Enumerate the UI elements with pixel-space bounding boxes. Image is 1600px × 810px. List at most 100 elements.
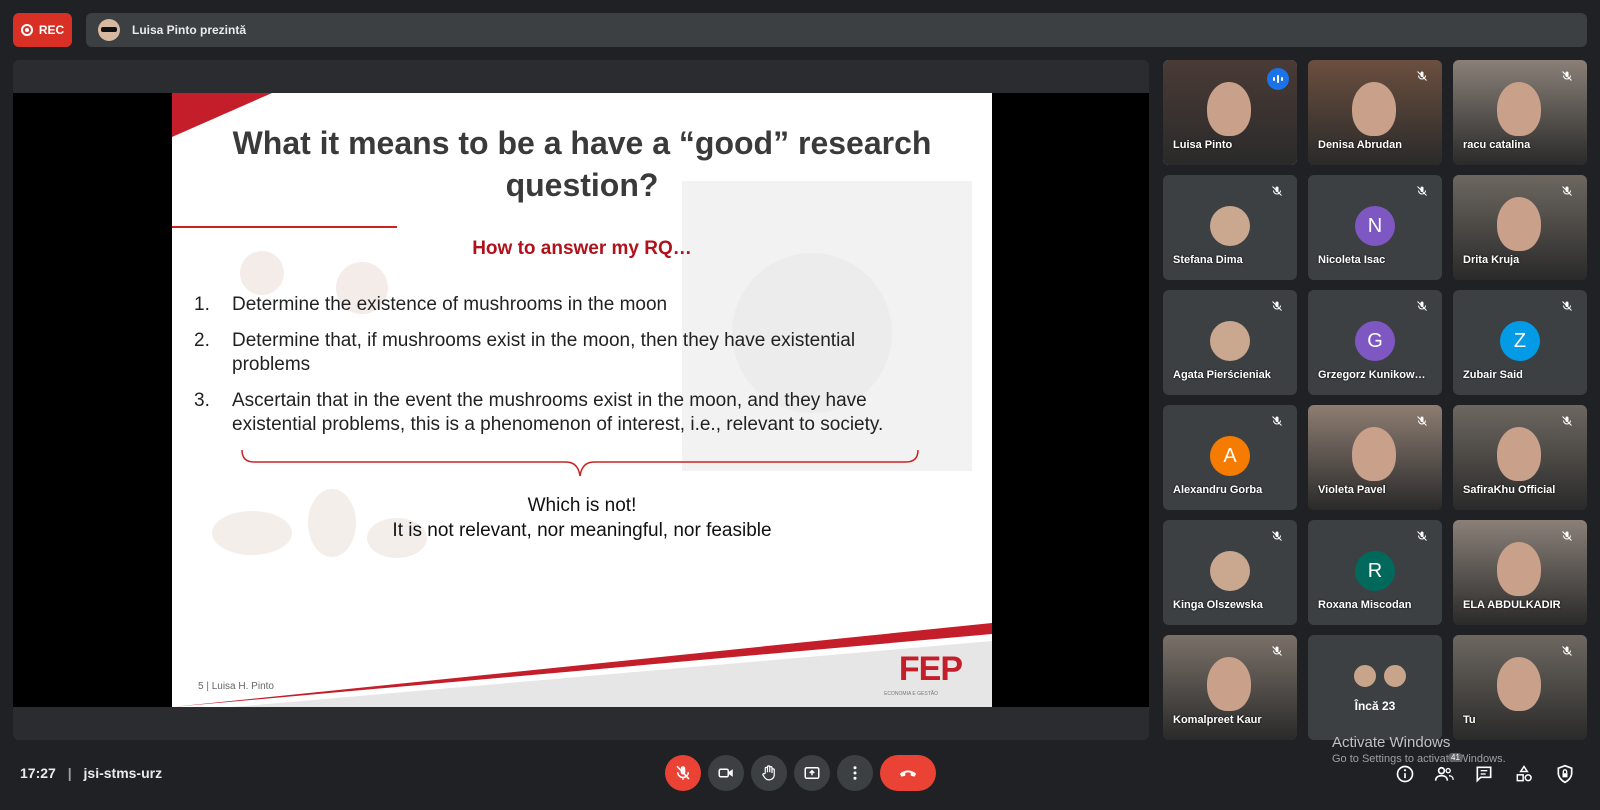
mic-toggle-button[interactable] <box>665 755 701 791</box>
chat-button[interactable] <box>1472 762 1496 786</box>
participant-face <box>1497 82 1541 136</box>
mic-off-icon <box>1562 531 1572 541</box>
raise-hand-button[interactable] <box>751 755 787 791</box>
participant-tile-agata-pier-cieniak[interactable]: Agata Pierścieniak <box>1163 290 1297 395</box>
participant-name: SafiraKhu Official <box>1463 484 1556 496</box>
participant-tile-safirakhu-official[interactable]: SafiraKhu Official <box>1453 405 1587 510</box>
list-item: 3. Ascertain that in the event the mushr… <box>194 390 884 435</box>
brace-icon <box>241 449 919 477</box>
separator: | <box>67 765 72 781</box>
windows-activation-title: Activate Windows <box>1332 734 1451 751</box>
mic-off-icon <box>676 765 690 780</box>
more-participants-label: Încă 23 <box>1354 699 1396 713</box>
people-button[interactable] <box>1432 762 1456 786</box>
participant-tile-komalpreet-kaur[interactable]: Komalpreet Kaur <box>1163 635 1297 740</box>
participant-name: racu catalina <box>1463 139 1531 151</box>
leave-call-button[interactable] <box>880 755 936 791</box>
mic-off-icon <box>1562 186 1572 196</box>
participant-face <box>1497 542 1541 596</box>
end-call-icon <box>899 770 917 777</box>
camera-icon <box>718 768 733 778</box>
recording-badge[interactable]: REC <box>13 13 72 47</box>
record-icon <box>20 24 33 36</box>
mic-off-icon <box>1417 186 1427 196</box>
participant-tile-alexandru-gorba[interactable]: A Alexandru Gorba <box>1163 405 1297 510</box>
presenting-bar[interactable]: Luisa Pinto prezintă <box>86 13 1587 47</box>
avatar <box>1382 663 1408 689</box>
participant-tile-kinga-olszewska[interactable]: Kinga Olszewska <box>1163 520 1297 625</box>
slide-title: What it means to be a have a “good” rese… <box>232 125 932 203</box>
participant-face <box>1352 82 1396 136</box>
participant-count-badge: 41 <box>1448 753 1463 762</box>
participant-tile-luisa-pinto[interactable]: Luisa Pinto <box>1163 60 1297 165</box>
mic-off-icon <box>1272 186 1282 196</box>
participant-tile-drita-kruja[interactable]: Drita Kruja <box>1453 175 1587 280</box>
participant-name: Violeta Pavel <box>1318 484 1386 496</box>
participant-face <box>1497 427 1541 481</box>
host-controls-button[interactable] <box>1553 762 1577 786</box>
activities-button[interactable] <box>1512 762 1536 786</box>
participant-name: ELA ABDULKADIR <box>1463 599 1561 611</box>
participant-tile-grzegorz-kunikow[interactable]: G Grzegorz Kunikow… <box>1308 290 1442 395</box>
participant-name: Denisa Abrudan <box>1318 139 1402 151</box>
shield-lock-icon <box>1557 764 1573 784</box>
fep-logo: FEP <box>898 650 963 688</box>
participant-tile-zubair-said[interactable]: Z Zubair Said <box>1453 290 1587 395</box>
participant-name: Roxana Miscodan <box>1318 599 1412 611</box>
mic-off-icon <box>1272 646 1282 656</box>
more-vert-icon <box>853 766 857 780</box>
mic-off-icon <box>1417 531 1427 541</box>
more-participants-tile[interactable]: Încă 23 <box>1308 635 1442 740</box>
avatar <box>1210 551 1250 591</box>
mic-off-icon <box>1562 301 1572 311</box>
avatar: R <box>1355 551 1395 591</box>
mic-off-icon <box>1562 416 1572 426</box>
participant-tile-tu[interactable]: Tu <box>1453 635 1587 740</box>
participant-tile-roxana-miscodan[interactable]: R Roxana Miscodan <box>1308 520 1442 625</box>
participant-tile-stefana-dima[interactable]: Stefana Dima <box>1163 175 1297 280</box>
fep-logo-subtitle: ECONOMIA E GESTÃO <box>884 691 938 697</box>
info-icon <box>1396 765 1414 783</box>
avatar <box>1210 206 1250 246</box>
participant-tile-ela-abdulkadir[interactable]: ELA ABDULKADIR <box>1453 520 1587 625</box>
participant-name: Stefana Dima <box>1173 254 1243 266</box>
participant-name: Drita Kruja <box>1463 254 1520 266</box>
participant-name: Nicoleta Isac <box>1318 254 1386 266</box>
participant-name: Zubair Said <box>1463 369 1523 381</box>
mic-off-icon <box>1272 416 1282 426</box>
avatar: A <box>1210 436 1250 476</box>
meeting-info: 17:27 | jsi-stms-urz <box>20 765 162 781</box>
more-options-button[interactable] <box>837 755 873 791</box>
present-screen-button[interactable] <box>794 755 830 791</box>
participant-tile-denisa-abrudan[interactable]: Denisa Abrudan <box>1308 60 1442 165</box>
participant-tile-nicoleta-isac[interactable]: N Nicoleta Isac <box>1308 175 1442 280</box>
presenter-text: Luisa Pinto prezintă <box>132 23 247 37</box>
participant-name: Tu <box>1463 714 1476 726</box>
rec-label: REC <box>38 23 65 37</box>
avatar: Z <box>1500 321 1540 361</box>
shared-slide: What it means to be a have a “good” rese… <box>172 93 992 707</box>
slide-conclusion: Which is not! It is not relevant, nor me… <box>392 495 772 541</box>
participant-face <box>1207 657 1251 711</box>
people-icon <box>1434 766 1454 781</box>
meeting-details-button[interactable] <box>1393 762 1417 786</box>
mic-off-icon <box>1272 531 1282 541</box>
participant-tile-racu-catalina[interactable]: racu catalina <box>1453 60 1587 165</box>
slide-footer: 5 | Luisa H. Pinto <box>198 681 274 692</box>
participant-face <box>1352 427 1396 481</box>
mic-off-icon <box>1417 71 1427 81</box>
avatar <box>1210 321 1250 361</box>
participant-face <box>1207 82 1251 136</box>
participant-name: Komalpreet Kaur <box>1173 714 1262 726</box>
list-item: 2. Determine that, if mushrooms exist in… <box>194 330 856 375</box>
hand-icon <box>762 765 775 781</box>
avatar: G <box>1355 321 1395 361</box>
mic-off-icon <box>1562 646 1572 656</box>
camera-toggle-button[interactable] <box>708 755 744 791</box>
more-avatars <box>1352 663 1408 689</box>
meeting-code: jsi-stms-urz <box>83 765 163 781</box>
participant-name: Alexandru Gorba <box>1173 484 1263 496</box>
speaking-indicator-icon <box>1267 68 1289 90</box>
participant-face <box>1497 197 1541 251</box>
participant-tile-violeta-pavel[interactable]: Violeta Pavel <box>1308 405 1442 510</box>
